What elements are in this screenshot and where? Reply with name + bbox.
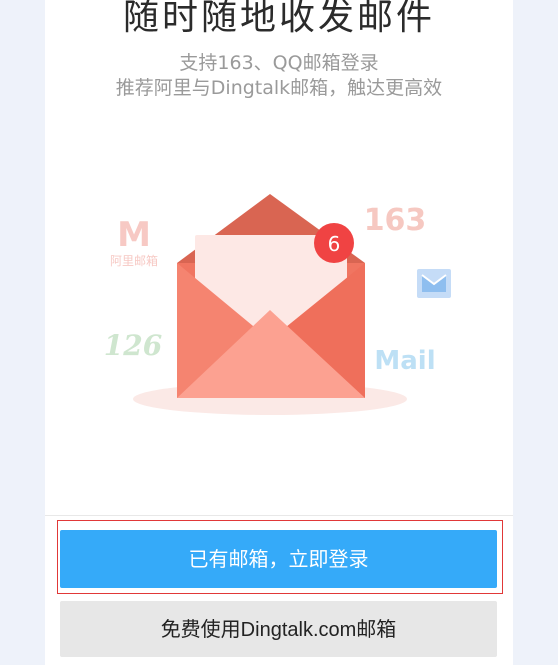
notification-badge: 6 [314,223,354,263]
qq-mail-logo [417,269,451,298]
mail-logo: Mail [374,346,435,376]
welcome-card: 随时随地收发邮件 支持163、QQ邮箱登录 推荐阿里与Dingtalk邮箱，触达… [45,0,513,665]
aliyun-logo-letter: M [117,215,151,255]
free-dingtalk-mail-button[interactable]: 免费使用Dingtalk.com邮箱 [60,601,497,657]
subtitle-line-2: 推荐阿里与Dingtalk邮箱，触达更高效 [115,77,443,99]
subtitle-line-1: 支持163、QQ邮箱登录 [179,52,379,74]
page-title: 随时随地收发邮件 [122,0,435,38]
aliyun-mail-logo: M 阿里邮箱 [110,215,158,268]
notification-count: 6 [328,232,341,256]
aliyun-logo-text: 阿里邮箱 [110,253,158,268]
netease-126-logo: 126 [104,329,162,362]
mail-illustration: M 阿里邮箱 126 163 Mail 6 [104,194,451,415]
netease-163-logo: 163 [364,203,427,238]
divider [45,515,513,516]
login-button[interactable]: 已有邮箱，立即登录 [60,530,497,588]
